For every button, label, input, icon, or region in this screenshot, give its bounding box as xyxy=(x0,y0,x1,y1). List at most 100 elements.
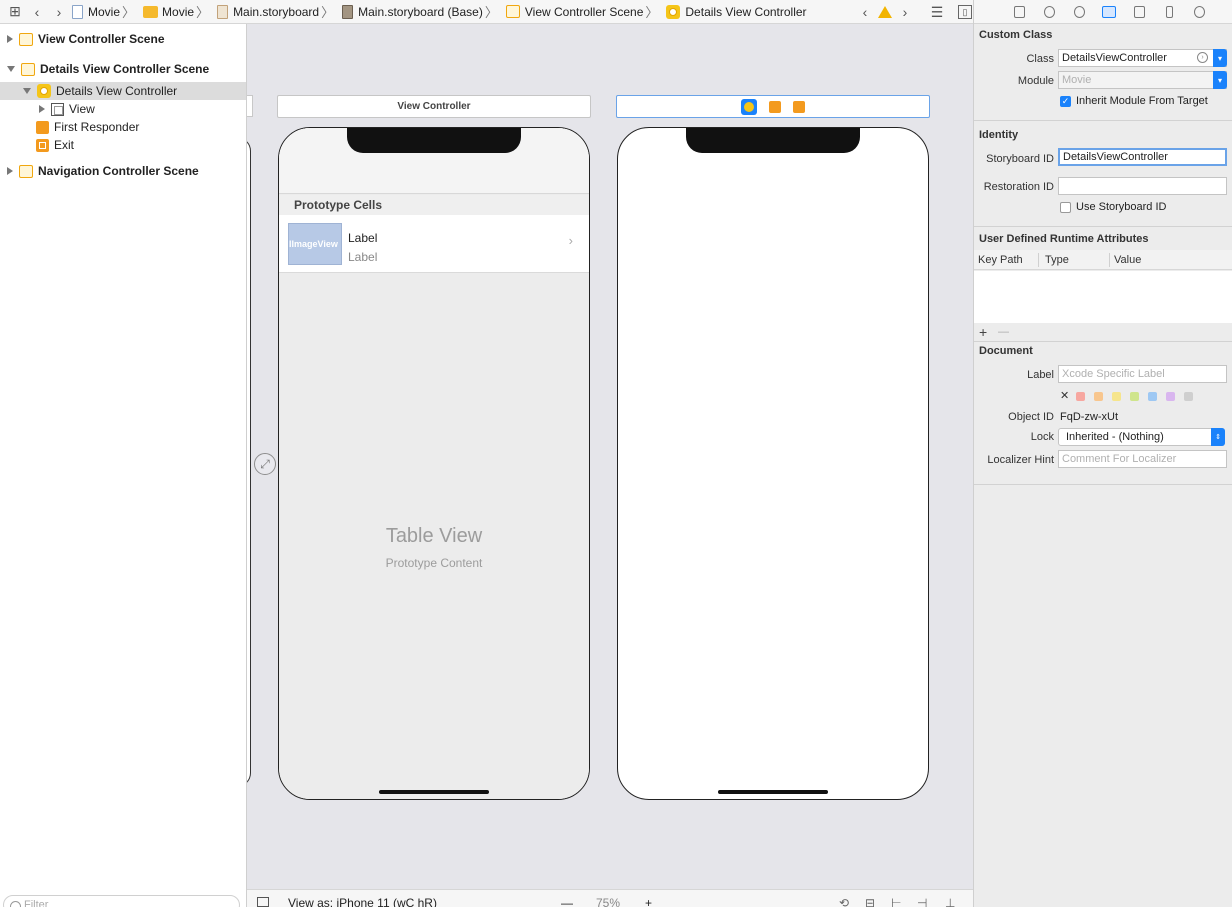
localizer-hint-field[interactable]: Comment For Localizer xyxy=(1058,450,1227,468)
clear-color-icon[interactable]: ✕ xyxy=(1060,389,1069,402)
update-frames-icon[interactable]: ⟲ xyxy=(839,896,849,907)
help-inspector-icon[interactable] xyxy=(1064,0,1094,24)
color-swatch-orange[interactable] xyxy=(1094,392,1103,401)
zoom-in-button[interactable]: + xyxy=(645,896,652,907)
add-constraints-icon[interactable]: ⊣ xyxy=(917,896,927,907)
scene-icon xyxy=(21,62,35,76)
offscreen-scene-bar[interactable] xyxy=(247,95,253,117)
col-type[interactable]: Type xyxy=(1045,254,1069,266)
object-id-value: FqD-zw-xUt xyxy=(1060,411,1119,423)
scene-icon xyxy=(505,5,520,18)
storyboard-canvas[interactable]: ⤢ View Controller Prototype Cells lImage… xyxy=(247,24,973,887)
disclosure-down-icon[interactable] xyxy=(7,66,15,72)
cell-image-view[interactable]: lImageView xyxy=(288,223,342,265)
offscreen-scene-device[interactable] xyxy=(247,137,251,787)
remove-attribute-button[interactable]: — xyxy=(998,326,1009,338)
module-combo[interactable]: Movie ▾ xyxy=(1058,71,1227,89)
view-as-device-button[interactable]: View as: iPhone 11 (wC hR) xyxy=(288,896,437,907)
outline-item-view[interactable]: View xyxy=(0,100,246,118)
storyboard-file-icon xyxy=(217,4,229,19)
class-combo[interactable]: DetailsViewController › ▾ xyxy=(1058,49,1227,67)
color-swatch-green[interactable] xyxy=(1130,392,1139,401)
table-view-subtitle: Prototype Content xyxy=(385,556,483,570)
segue-icon[interactable]: ⤢ xyxy=(254,453,276,475)
previous-issue-icon[interactable]: ‹ xyxy=(856,3,874,21)
device-frame-table-view[interactable]: Prototype Cells lImageView Label Label ›… xyxy=(278,127,590,800)
use-storyboard-id-checkbox[interactable] xyxy=(1060,202,1071,213)
outline-filter-field[interactable]: Filter xyxy=(3,895,240,907)
breadcrumb-view-controller[interactable]: Details View Controller xyxy=(666,4,807,19)
align-icon[interactable]: ⊢ xyxy=(891,896,901,907)
attributes-inspector-icon[interactable] xyxy=(1124,0,1154,24)
identity-title: Identity xyxy=(979,129,1019,141)
lock-popup-arrow-icon[interactable]: ⇕ xyxy=(1211,428,1225,446)
disclosure-right-icon[interactable] xyxy=(7,167,13,175)
outline-item-navigation-scene[interactable]: Navigation Controller Scene xyxy=(0,162,246,180)
scene-title-bar[interactable]: View Controller xyxy=(277,95,591,118)
breadcrumb-storyboard-base[interactable]: Main.storyboard (Base) 〉 xyxy=(342,2,502,21)
col-value[interactable]: Value xyxy=(1114,254,1141,266)
inherit-module-label: Inherit Module From Target xyxy=(1076,95,1208,107)
scene-icon xyxy=(19,32,33,46)
add-attribute-button[interactable]: + xyxy=(979,324,987,340)
use-storyboard-id-label: Use Storyboard ID xyxy=(1076,201,1167,213)
size-inspector-icon[interactable] xyxy=(1154,0,1184,24)
breadcrumb-folder[interactable]: Movie 〉 xyxy=(143,2,213,21)
cell-subtitle-label[interactable]: Label xyxy=(348,250,377,264)
connections-inspector-icon[interactable] xyxy=(1184,0,1214,24)
module-dropdown-arrow-icon[interactable]: ▾ xyxy=(1213,71,1227,89)
first-responder-icon[interactable] xyxy=(769,100,781,113)
identity-inspector-icon[interactable] xyxy=(1094,0,1124,24)
device-frame-details[interactable] xyxy=(617,127,929,800)
color-swatch-yellow[interactable] xyxy=(1112,392,1121,401)
outline-item-exit[interactable]: Exit xyxy=(0,136,246,154)
resolve-issues-icon[interactable]: ⊥ xyxy=(945,896,955,907)
disclosure-down-icon[interactable] xyxy=(23,88,31,94)
exit-icon[interactable] xyxy=(793,100,805,113)
color-swatch-blue[interactable] xyxy=(1148,392,1157,401)
disclosure-right-icon[interactable] xyxy=(7,35,13,43)
zoom-out-button[interactable]: — xyxy=(561,896,573,907)
class-dropdown-arrow-icon[interactable]: ▾ xyxy=(1213,49,1227,67)
warning-icon[interactable] xyxy=(878,6,892,18)
outline-item-first-responder[interactable]: First Responder xyxy=(0,118,246,136)
color-swatch-gray[interactable] xyxy=(1184,392,1193,401)
lock-popup[interactable]: Inherited - (Nothing) ⇕ xyxy=(1058,428,1225,446)
table-view[interactable]: Prototype Cells lImageView Label Label ›… xyxy=(279,128,589,799)
related-items-icon[interactable]: ⊞ xyxy=(6,3,24,21)
color-swatch-red[interactable] xyxy=(1076,392,1085,401)
editor-options-icon[interactable]: ☰ xyxy=(928,3,946,21)
breadcrumb-project[interactable]: Movie 〉 xyxy=(72,2,139,21)
doc-label-label: Label xyxy=(1027,369,1054,381)
home-indicator xyxy=(718,790,828,794)
xcode-label-field[interactable]: Xcode Specific Label xyxy=(1058,365,1227,383)
file-inspector-icon[interactable] xyxy=(1004,0,1034,24)
cell-title-label[interactable]: Label xyxy=(348,231,377,245)
prototype-cell[interactable]: lImageView Label Label › xyxy=(279,215,589,273)
col-key-path[interactable]: Key Path xyxy=(978,254,1023,266)
go-to-class-icon[interactable]: › xyxy=(1197,52,1208,63)
inherit-module-checkbox[interactable]: ✓ xyxy=(1060,96,1071,107)
back-chevron-icon[interactable]: ‹ xyxy=(28,3,46,21)
outline-item-details-view-controller[interactable]: Details View Controller xyxy=(0,82,246,100)
history-inspector-icon[interactable] xyxy=(1034,0,1064,24)
view-controller-icon[interactable] xyxy=(741,98,757,115)
restoration-id-field[interactable] xyxy=(1058,177,1227,195)
add-editor-icon[interactable]: ▯ xyxy=(958,5,972,19)
color-swatch-purple[interactable] xyxy=(1166,392,1175,401)
outline-item-details-scene[interactable]: Details View Controller Scene xyxy=(0,60,246,78)
storyboard-id-field[interactable]: DetailsViewController xyxy=(1058,148,1227,166)
runtime-attributes-table[interactable] xyxy=(974,271,1232,323)
breadcrumb-scene[interactable]: View Controller Scene 〉 xyxy=(505,2,663,21)
scene-dock-bar[interactable] xyxy=(616,95,930,118)
embed-in-icon[interactable]: ⊟ xyxy=(865,896,875,907)
lock-label: Lock xyxy=(1030,431,1054,443)
zoom-level[interactable]: 75% xyxy=(596,896,620,907)
disclosure-right-icon[interactable] xyxy=(39,105,45,113)
folder-icon xyxy=(143,5,159,18)
toggle-outline-icon[interactable] xyxy=(257,897,269,907)
next-issue-icon[interactable]: › xyxy=(896,3,914,21)
breadcrumb-storyboard[interactable]: Main.storyboard 〉 xyxy=(217,2,338,21)
forward-chevron-icon[interactable]: › xyxy=(50,3,68,21)
outline-item-view-controller-scene[interactable]: View Controller Scene xyxy=(0,30,246,48)
